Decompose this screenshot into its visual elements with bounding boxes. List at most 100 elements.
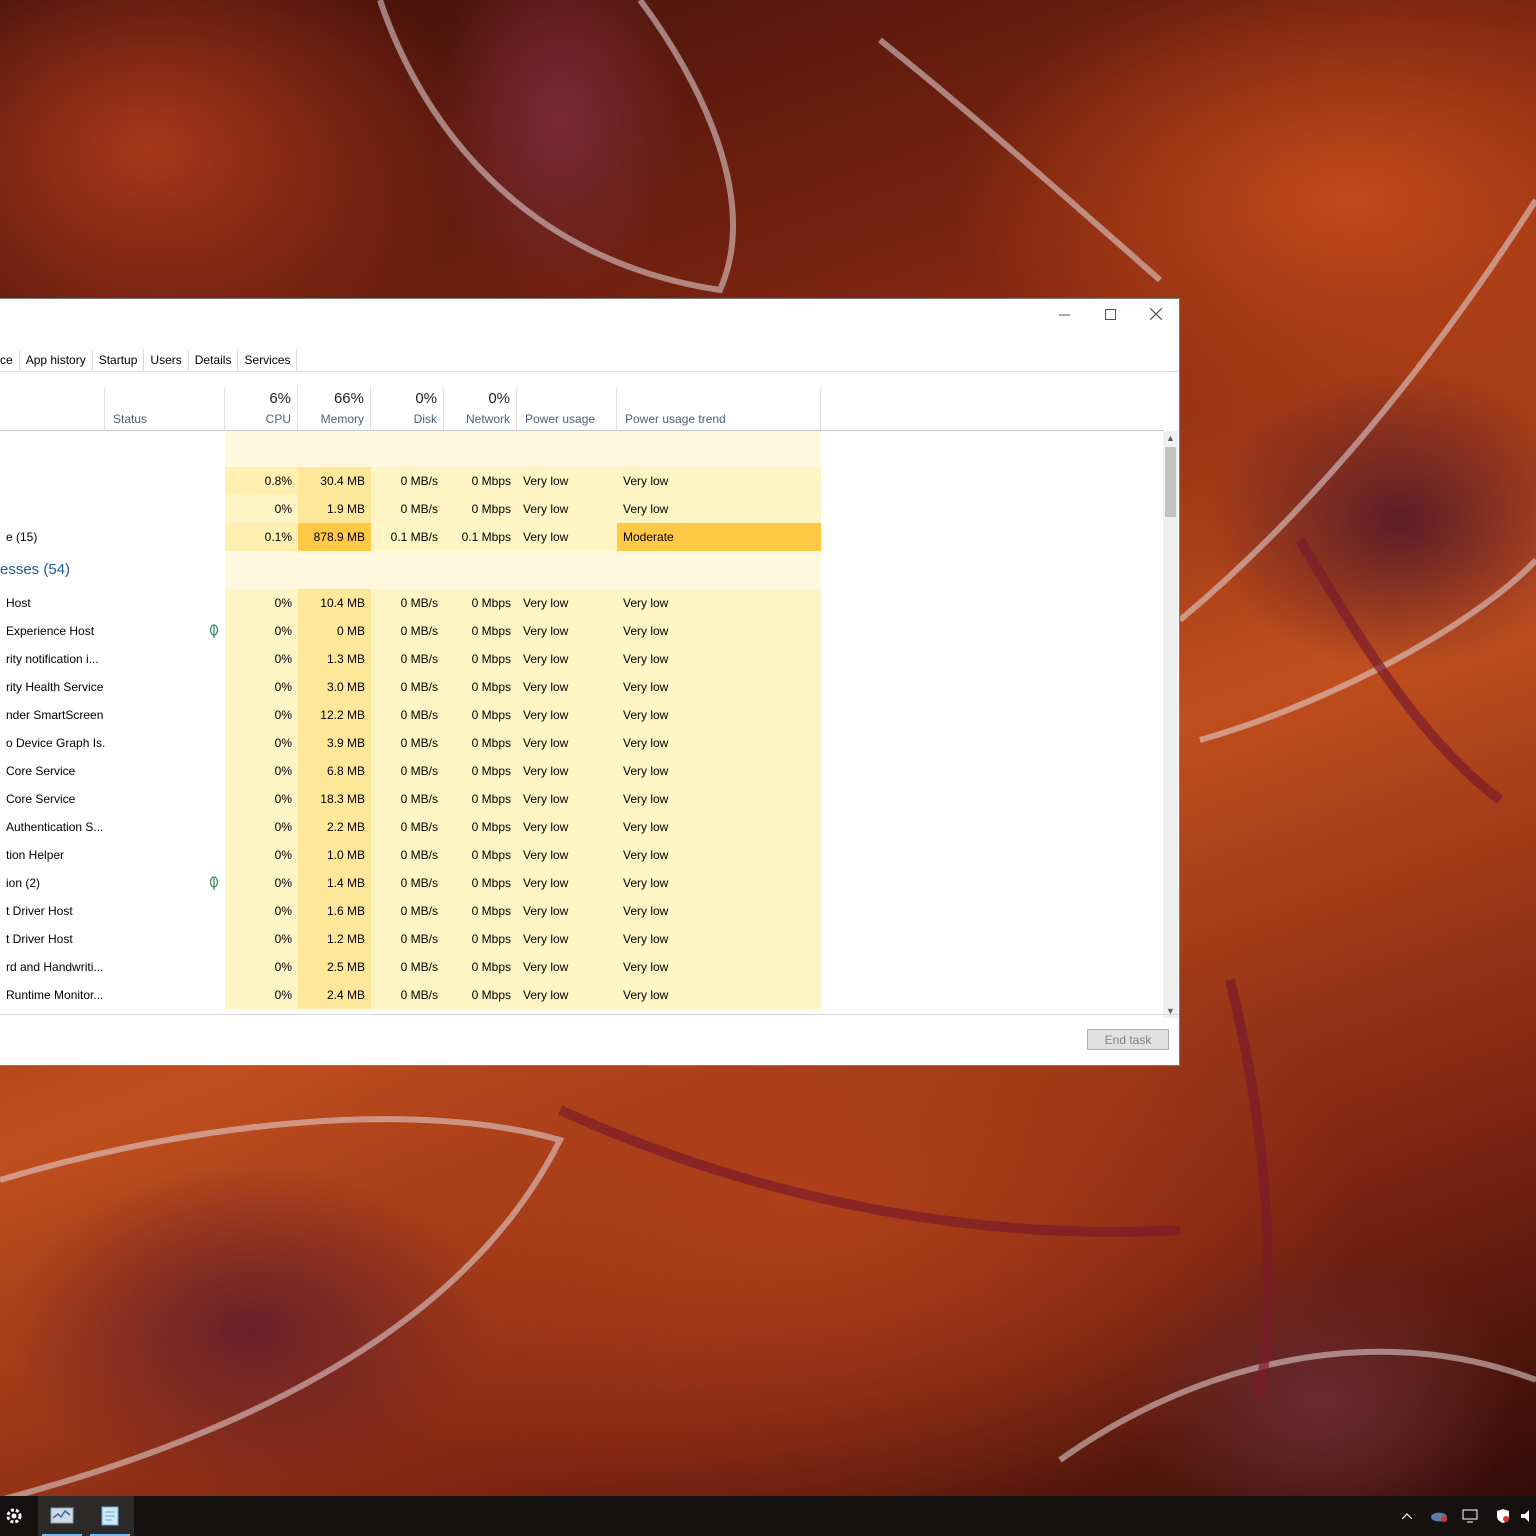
settings-gear-icon[interactable] xyxy=(0,1496,38,1536)
heat-cell xyxy=(517,551,617,589)
disk-value: 0 MB/s xyxy=(371,467,444,495)
heat-cell xyxy=(517,431,617,467)
end-task-button[interactable]: End task xyxy=(1087,1029,1169,1050)
column-headers: Status 6% CPU 66% Memory 0% Disk 0% Netw… xyxy=(0,387,1164,431)
cpu-value: 0% xyxy=(225,757,298,785)
power-trend-value: Very low xyxy=(617,757,821,785)
process-row[interactable]: Authentication S... 0% 2.2 MB 0 MB/s 0 Mbps V… xyxy=(0,813,1164,841)
disk-total-percent: 0% xyxy=(415,390,437,407)
memory-value: 6.8 MB xyxy=(298,757,371,785)
taskbar xyxy=(0,1496,1536,1536)
column-header-power-usage[interactable]: Power usage xyxy=(517,387,617,430)
disk-value: 0 MB/s xyxy=(371,785,444,813)
cpu-value: 0% xyxy=(225,645,298,673)
column-header-name[interactable] xyxy=(0,387,105,430)
network-icon[interactable] xyxy=(1456,1496,1486,1536)
network-value: 0 Mbps xyxy=(444,467,517,495)
process-name: t Driver Host xyxy=(6,904,73,918)
process-name: Runtime Monitor... xyxy=(6,988,104,1002)
notepad-icon[interactable] xyxy=(86,1496,134,1536)
maximize-icon[interactable] xyxy=(1087,299,1133,329)
tab-performance[interactable]: ce xyxy=(0,349,20,371)
heat-cell xyxy=(617,551,821,589)
process-row[interactable]: rd and Handwriti... 0% 2.5 MB 0 MB/s 0 Mbps V… xyxy=(0,953,1164,981)
power-trend-value: Moderate xyxy=(617,523,821,551)
process-name: Experience Host xyxy=(6,624,95,638)
cpu-value: 0% xyxy=(225,813,298,841)
process-name: rity notification i... xyxy=(6,652,99,666)
disk-value: 0 MB/s xyxy=(371,617,444,645)
power-trend-value: Very low xyxy=(617,785,821,813)
cpu-value: 0% xyxy=(225,617,298,645)
cpu-value: 0% xyxy=(225,841,298,869)
power-usage-value: Very low xyxy=(517,645,617,673)
tab-users[interactable]: Users xyxy=(144,349,189,371)
process-row[interactable]: t Driver Host 0% 1.6 MB 0 MB/s 0 Mbps Very lo… xyxy=(0,897,1164,925)
background-processes-group[interactable]: esses (54) xyxy=(0,551,1164,589)
process-row[interactable]: rity Health Service 0% 3.0 MB 0 MB/s 0 Mbps V… xyxy=(0,673,1164,701)
tab-startup[interactable]: Startup xyxy=(93,349,145,371)
onedrive-icon[interactable] xyxy=(1424,1496,1454,1536)
process-row[interactable]: Host 0% 10.4 MB 0 MB/s 0 Mbps Very low Very lo… xyxy=(0,589,1164,617)
group-title: esses (54) xyxy=(0,561,71,578)
process-row[interactable]: t Driver Host 0% 1.2 MB 0 MB/s 0 Mbps Very lo… xyxy=(0,925,1164,953)
power-trend-value: Very low xyxy=(617,897,821,925)
process-row[interactable]: o Device Graph Is... 0% 3.9 MB 0 MB/s 0 Mbps… xyxy=(0,729,1164,757)
column-header-cpu[interactable]: 6% CPU xyxy=(225,387,298,430)
power-usage-value: Very low xyxy=(517,841,617,869)
process-row[interactable]: Core Service 0% 18.3 MB 0 MB/s 0 Mbps Very lo… xyxy=(0,785,1164,813)
tab-app-history[interactable]: App history xyxy=(20,349,93,371)
scroll-up-icon[interactable]: ▲ xyxy=(1163,431,1178,445)
cpu-header-label: CPU xyxy=(265,412,291,426)
power-trend-value: Very low xyxy=(617,869,821,897)
process-row[interactable]: ion (2) 0% 1.4 MB 0 MB/s 0 Mbps Very low Very … xyxy=(0,869,1164,897)
power-trend-value: Very low xyxy=(617,617,821,645)
heat-cell xyxy=(371,431,444,467)
column-header-disk[interactable]: 0% Disk xyxy=(371,387,444,430)
security-shield-icon[interactable] xyxy=(1488,1496,1518,1536)
tab-services[interactable]: Services xyxy=(238,349,298,371)
heat-cell xyxy=(298,431,371,467)
volume-icon[interactable] xyxy=(1518,1496,1536,1536)
tab-details[interactable]: Details xyxy=(189,349,239,371)
disk-value: 0 MB/s xyxy=(371,813,444,841)
cpu-value: 0% xyxy=(225,495,298,523)
heat-cell xyxy=(444,551,517,589)
minimize-icon[interactable] xyxy=(1041,299,1087,329)
cpu-total-percent: 6% xyxy=(269,390,291,407)
column-header-memory[interactable]: 66% Memory xyxy=(298,387,371,430)
process-row[interactable]: Experience Host 0% 0 MB 0 MB/s 0 Mbps Very lo… xyxy=(0,617,1164,645)
process-row[interactable]: rity notification i... 0% 1.3 MB 0 MB/s 0 Mb… xyxy=(0,645,1164,673)
process-row[interactable]: 0% 1.9 MB 0 MB/s 0 Mbps Very low Very low xyxy=(0,495,1164,523)
network-value: 0 Mbps xyxy=(444,757,517,785)
disk-header-label: Disk xyxy=(413,412,437,426)
process-row[interactable]: Core Service 0% 6.8 MB 0 MB/s 0 Mbps Very low… xyxy=(0,757,1164,785)
scroll-thumb[interactable] xyxy=(1165,447,1176,517)
process-name: Core Service xyxy=(6,764,76,778)
column-header-network[interactable]: 0% Network xyxy=(444,387,517,430)
vertical-scrollbar[interactable]: ▲ ▼ xyxy=(1163,431,1178,1018)
cpu-value: 0% xyxy=(225,869,298,897)
memory-value: 1.9 MB xyxy=(298,495,371,523)
column-header-power-trend[interactable]: Power usage trend xyxy=(617,387,821,430)
process-row[interactable]: tion Helper 0% 1.0 MB 0 MB/s 0 Mbps Very low V… xyxy=(0,841,1164,869)
process-table: Status 6% CPU 66% Memory 0% Disk 0% Netw… xyxy=(0,387,1179,1018)
process-row[interactable]: e (15) 0.1% 878.9 MB 0.1 MB/s 0.1 Mbps Very l… xyxy=(0,523,1164,551)
chevron-up-icon[interactable] xyxy=(1392,1496,1422,1536)
disk-value: 0.1 MB/s xyxy=(371,523,444,551)
task-manager-icon[interactable] xyxy=(38,1496,86,1536)
column-header-status[interactable]: Status xyxy=(105,387,225,430)
disk-value: 0 MB/s xyxy=(371,897,444,925)
power-trend-value: Very low xyxy=(617,673,821,701)
process-row[interactable]: 0.8% 30.4 MB 0 MB/s 0 Mbps Very low Very low xyxy=(0,467,1164,495)
memory-value: 1.0 MB xyxy=(298,841,371,869)
close-icon[interactable] xyxy=(1133,299,1179,329)
power-usage-value: Very low xyxy=(517,589,617,617)
power-usage-value: Very low xyxy=(517,813,617,841)
process-row[interactable]: nder SmartScreen 0% 12.2 MB 0 MB/s 0 Mbps Ver… xyxy=(0,701,1164,729)
process-row[interactable]: Runtime Monitor... 0% 2.4 MB 0 MB/s 0 Mbps Ve… xyxy=(0,981,1164,1009)
network-value: 0 Mbps xyxy=(444,495,517,523)
power-trend-value: Very low xyxy=(617,701,821,729)
cpu-value: 0.8% xyxy=(225,467,298,495)
efficiency-leaf-icon xyxy=(209,624,219,638)
